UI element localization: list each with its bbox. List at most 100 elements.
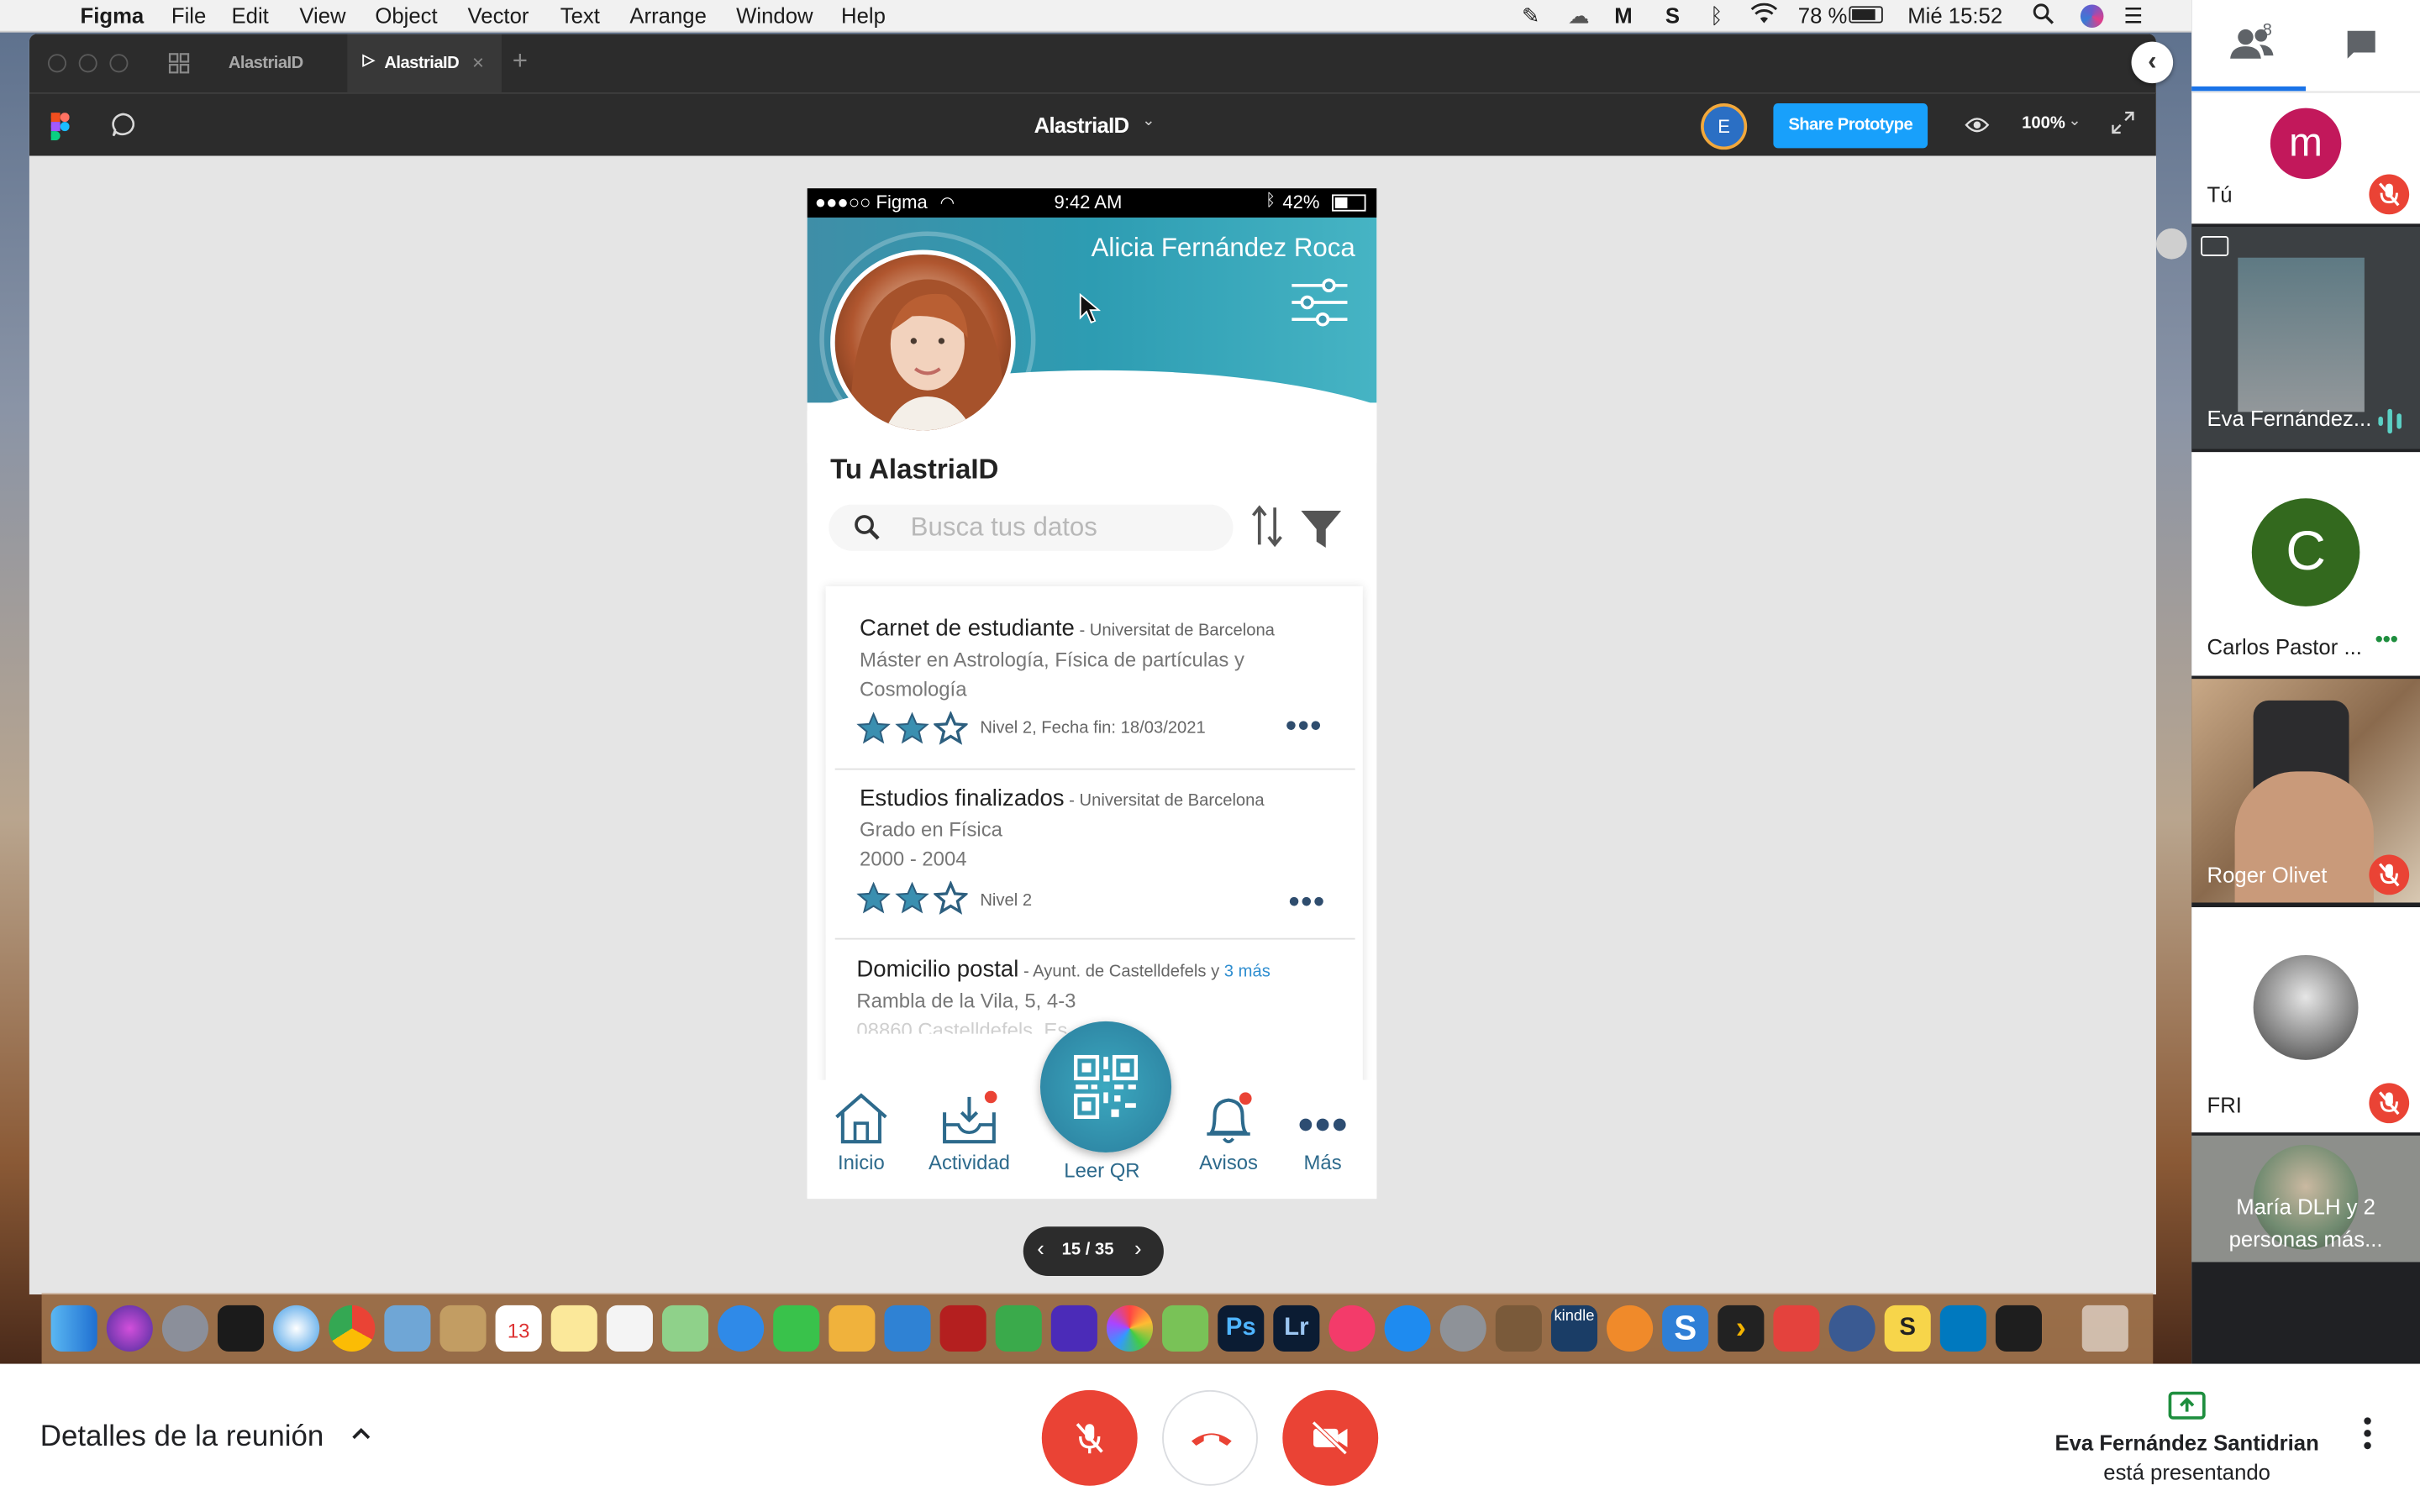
notes-icon[interactable]: [550, 1305, 597, 1352]
figma-dock-icon[interactable]: [1995, 1305, 2042, 1352]
menu-window[interactable]: Window: [736, 3, 813, 28]
participant-tile-more[interactable]: María DLH y 2 personas más...: [2191, 1135, 2420, 1263]
app-store-icon[interactable]: [1384, 1305, 1431, 1352]
bluetooth-icon[interactable]: ᛒ: [1710, 3, 1723, 28]
more-options-icon[interactable]: •••: [1286, 710, 1323, 745]
chrome-icon[interactable]: [329, 1305, 376, 1352]
menu-vector[interactable]: Vector: [468, 3, 529, 28]
mic-toggle-button[interactable]: [1041, 1389, 1138, 1486]
s-app-icon[interactable]: S: [1662, 1305, 1709, 1352]
nav-inicio[interactable]: Inicio: [826, 1091, 897, 1174]
fullscreen-icon[interactable]: [2112, 111, 2135, 142]
more-vert-icon[interactable]: [2359, 1416, 2377, 1458]
music-icon[interactable]: [1328, 1305, 1376, 1352]
mission-control-icon[interactable]: [217, 1305, 265, 1352]
camera-toggle-button[interactable]: [1282, 1389, 1379, 1486]
battery-icon[interactable]: [1849, 6, 1883, 24]
creative-cloud-icon[interactable]: ☁: [1568, 3, 1590, 29]
credential-card[interactable]: Domicilio postal - Ayunt. de Castelldefe…: [825, 941, 1360, 1034]
photos-icon[interactable]: [1106, 1305, 1154, 1352]
menu-view[interactable]: View: [299, 3, 345, 28]
nav-actividad[interactable]: Actividad: [924, 1090, 1014, 1174]
menu-app-name[interactable]: Figma: [81, 3, 145, 28]
sketch-s-icon[interactable]: S: [1884, 1305, 1931, 1352]
search-bar[interactable]: Busca tus datos: [829, 504, 1234, 551]
chevron-down-icon[interactable]: ⌄: [1142, 113, 1155, 129]
atom-icon[interactable]: [1828, 1305, 1876, 1352]
imovie-icon[interactable]: [1050, 1305, 1097, 1352]
more-issuers-link[interactable]: 3 más: [1224, 963, 1270, 981]
present-screen-icon[interactable]: [2167, 1390, 2207, 1429]
menubar-clock[interactable]: Mié 15:52: [1907, 3, 2002, 28]
photoshop-icon[interactable]: Ps: [1218, 1305, 1265, 1352]
lightroom-icon[interactable]: Lr: [1273, 1305, 1320, 1352]
menu-file[interactable]: File: [171, 3, 206, 28]
participant-tile[interactable]: C Carlos Pastor ... •••: [2191, 452, 2420, 676]
spotlight-search-icon[interactable]: [2033, 3, 2054, 29]
nav-mas[interactable]: Más: [1292, 1091, 1353, 1174]
maps-icon[interactable]: [661, 1305, 709, 1352]
m-app-icon[interactable]: M: [1614, 3, 1632, 28]
more-options-icon[interactable]: •••: [2375, 627, 2398, 651]
next-frame-button[interactable]: ›: [1134, 1236, 1142, 1260]
eye-icon[interactable]: [1965, 114, 1990, 142]
acrobat-icon[interactable]: [939, 1305, 986, 1352]
chat-icon[interactable]: [2344, 28, 2378, 70]
sort-icon[interactable]: [1250, 501, 1284, 559]
participant-tile[interactable]: Eva Fernández...: [2191, 226, 2420, 449]
siri-icon[interactable]: [2080, 4, 2104, 29]
document-title[interactable]: AlastriaID: [1034, 113, 1129, 137]
facetime-icon[interactable]: [773, 1305, 820, 1352]
calendar-icon[interactable]: 13: [495, 1305, 542, 1352]
credential-card[interactable]: Estudios finalizados - Universitat de Ba…: [825, 771, 1360, 936]
nav-avisos[interactable]: Avisos: [1193, 1091, 1264, 1174]
menu-arrange[interactable]: Arrange: [629, 3, 706, 28]
new-tab-button[interactable]: +: [513, 46, 528, 77]
filter-icon[interactable]: [1300, 507, 1343, 559]
settings-sliders-icon[interactable]: [1289, 278, 1350, 335]
kindle-icon[interactable]: kindle: [1550, 1305, 1598, 1352]
numbers-icon[interactable]: [995, 1305, 1042, 1352]
reminders-icon[interactable]: [606, 1305, 653, 1352]
menu-text[interactable]: Text: [560, 3, 600, 28]
credential-card[interactable]: Carnet de estudiante - Universitat de Ba…: [825, 601, 1360, 766]
s-app-icon[interactable]: S: [1665, 3, 1680, 28]
control-center-icon[interactable]: ☰: [2123, 3, 2143, 29]
menu-help[interactable]: Help: [841, 3, 886, 28]
trash-icon[interactable]: [2081, 1305, 2128, 1352]
contacts-icon[interactable]: [439, 1305, 487, 1352]
launchpad-icon[interactable]: [161, 1305, 208, 1352]
preview-icon[interactable]: [384, 1305, 431, 1352]
tab-alastriaid-prototype[interactable]: ▷ AlastriaID ×: [347, 34, 502, 93]
file-browser-icon[interactable]: [168, 52, 190, 81]
sketchup-icon[interactable]: [1773, 1305, 1820, 1352]
comment-icon[interactable]: [109, 111, 137, 146]
prev-frame-button[interactable]: ‹: [1037, 1236, 1044, 1260]
system-preferences-icon[interactable]: [1439, 1305, 1486, 1352]
keynote-icon[interactable]: [884, 1305, 931, 1352]
more-options-icon[interactable]: •••: [1289, 885, 1326, 921]
trello-icon[interactable]: [1939, 1305, 1986, 1352]
siri-icon[interactable]: [106, 1305, 153, 1352]
books-icon[interactable]: [1607, 1305, 1654, 1352]
user-avatar[interactable]: [830, 249, 1016, 435]
zoom-level[interactable]: 100%: [2022, 114, 2065, 133]
finder-icon[interactable]: [50, 1305, 97, 1352]
window-zoom-button[interactable]: [109, 54, 129, 73]
share-prototype-button[interactable]: Share Prototype: [1773, 103, 1928, 149]
library-icon[interactable]: [1495, 1305, 1542, 1352]
leave-call-button[interactable]: [1162, 1389, 1258, 1486]
menu-edit[interactable]: Edit: [232, 3, 269, 28]
prompt-icon[interactable]: ›: [1718, 1305, 1765, 1352]
window-minimize-button[interactable]: [78, 54, 97, 73]
wifi-icon[interactable]: [1750, 3, 1778, 29]
window-close-button[interactable]: [47, 54, 66, 73]
eyedropper-icon[interactable]: ✎: [1522, 3, 1540, 29]
participant-tile[interactable]: m Tú: [2191, 92, 2420, 224]
safari-icon[interactable]: [273, 1305, 320, 1352]
participant-tile[interactable]: FRI: [2191, 906, 2420, 1133]
android-studio-icon[interactable]: [1162, 1305, 1209, 1352]
menu-object[interactable]: Object: [375, 3, 437, 28]
pages-icon[interactable]: [829, 1305, 876, 1352]
chevron-up-icon[interactable]: [349, 1421, 373, 1454]
